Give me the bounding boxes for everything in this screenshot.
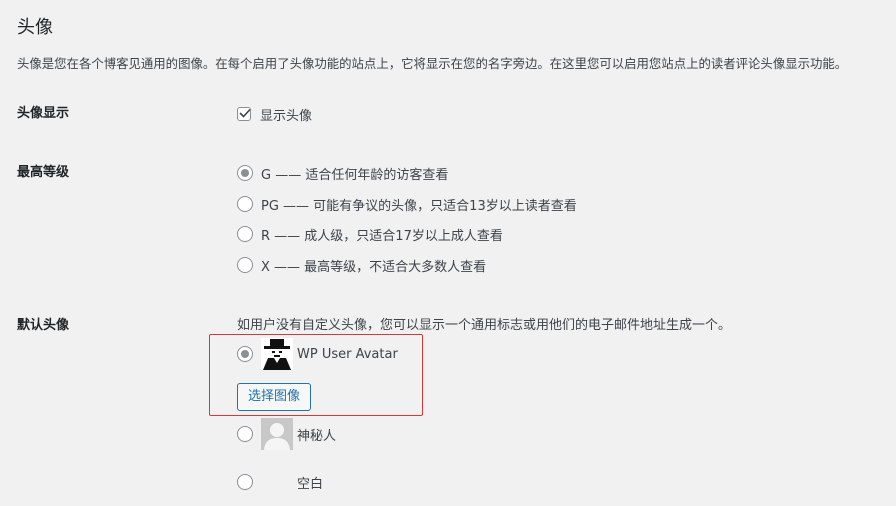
show-avatars-checkbox-row[interactable]: 显示头像: [237, 105, 313, 124]
avatar-option-wp-user-avatar[interactable]: WP User Avatar: [237, 338, 398, 370]
rating-radio-r[interactable]: [237, 226, 253, 242]
rating-option-label: G —— 适合任何年龄的访客查看: [261, 167, 449, 183]
avatar-radio-mystery[interactable]: [237, 426, 253, 442]
default-avatar-note: 如用户没有自定义头像，您可以显示一个通用标志或用他们的电子邮件地址生成一个。: [237, 318, 732, 333]
rating-option-label: PG —— 可能有争议的头像，只适合13岁以上读者查看: [261, 198, 577, 214]
show-avatars-checkbox[interactable]: [237, 107, 251, 121]
blank-avatar: [261, 466, 293, 498]
rating-option-r[interactable]: R —— 成人级，只适合17岁以上成人查看: [237, 225, 503, 244]
section-description: 头像是您在各个博客见通用的图像。在每个启用了头像功能的站点上，它将显示在您的名字…: [17, 56, 848, 71]
show-avatars-label: 头像显示: [17, 106, 70, 121]
avatar-option-label: 神秘人: [297, 428, 337, 444]
max-rating-label: 最高等级: [17, 165, 70, 180]
rating-option-x[interactable]: X —— 最高等级，不适合大多数人查看: [237, 256, 487, 275]
avatar-option-label: WP User Avatar: [297, 346, 398, 362]
default-avatar-label: 默认头像: [17, 318, 70, 333]
rating-option-label: R —— 成人级，只适合17岁以上成人查看: [261, 228, 503, 244]
avatar-option-label: 空白: [297, 476, 324, 492]
avatar-radio-blank[interactable]: [237, 474, 253, 490]
avatar-radio-wp-user-avatar[interactable]: [237, 346, 253, 362]
avatar-option-blank[interactable]: 空白: [237, 466, 323, 498]
page-title: 头像: [17, 17, 53, 38]
spy-avatar-icon: [261, 338, 293, 370]
rating-radio-x[interactable]: [237, 257, 253, 273]
rating-option-label: X —— 最高等级，不适合大多数人查看: [261, 259, 487, 275]
rating-option-g[interactable]: G —— 适合任何年龄的访客查看: [237, 164, 449, 183]
avatar-option-mystery[interactable]: 神秘人: [237, 418, 336, 450]
mystery-person-icon: [261, 418, 293, 450]
rating-radio-g[interactable]: [237, 165, 253, 181]
rating-radio-pg[interactable]: [237, 196, 253, 212]
rating-option-pg[interactable]: PG —— 可能有争议的头像，只适合13岁以上读者查看: [237, 195, 577, 214]
choose-image-button[interactable]: 选择图像: [237, 383, 312, 411]
show-avatars-checkbox-label: 显示头像: [260, 108, 313, 124]
checkmark-icon: [239, 108, 251, 118]
